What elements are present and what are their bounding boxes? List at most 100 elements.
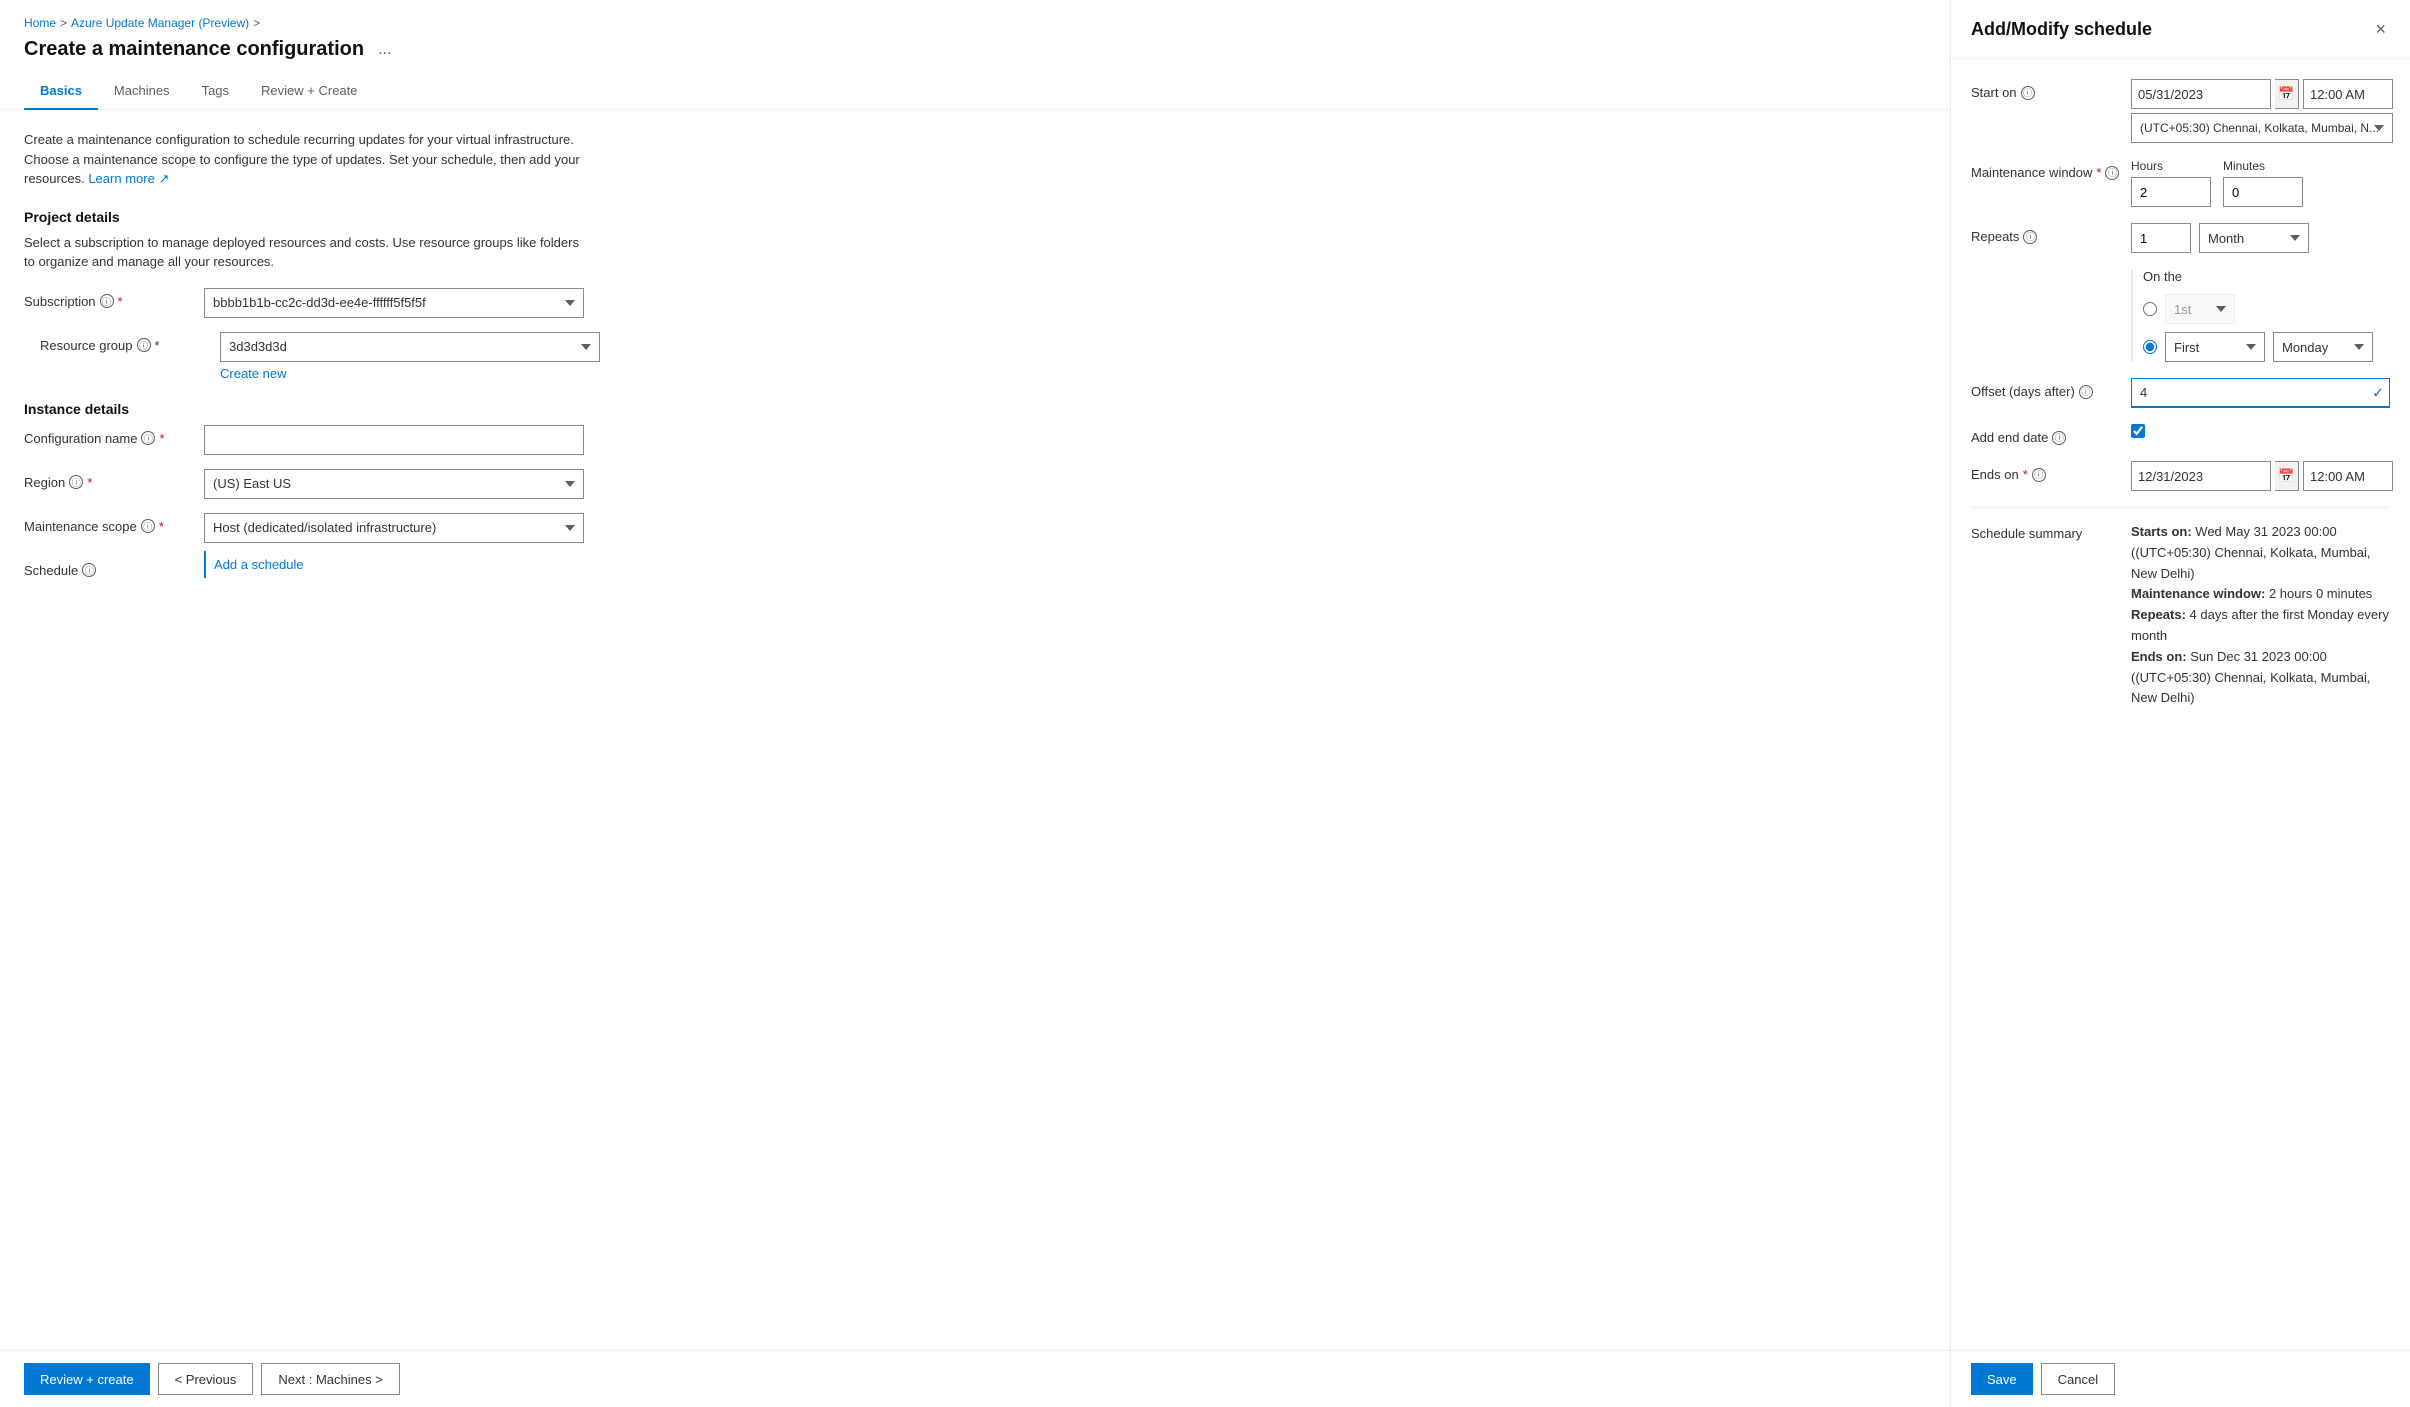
repeat-count-input[interactable] (2131, 223, 2191, 253)
add-end-date-checkbox[interactable] (2131, 424, 2145, 438)
on-the-day-radio-row: 1st (2143, 294, 2390, 324)
repeats-info-icon[interactable]: ⓘ (2023, 230, 2037, 244)
schedule-summary-content: Starts on: Wed May 31 2023 00:00 ((UTC+0… (2131, 520, 2390, 709)
cancel-button[interactable]: Cancel (2041, 1363, 2115, 1395)
add-end-date-label: Add end date ⓘ (1971, 424, 2131, 445)
tab-machines[interactable]: Machines (98, 73, 186, 110)
start-time-input[interactable] (2303, 79, 2393, 109)
config-name-label: Configuration name ⓘ * (24, 425, 204, 446)
ends-on-label: Ends on * ⓘ (1971, 461, 2131, 482)
breadcrumb-home[interactable]: Home (24, 16, 56, 30)
resource-group-info-icon[interactable]: ⓘ (137, 338, 151, 352)
timezone-select[interactable]: (UTC+05:30) Chennai, Kolkata, Mumbai, N.… (2131, 113, 2393, 143)
subscription-select[interactable]: bbbb1b1b-cc2c-dd3d-ee4e-ffffff5f5f5f (204, 288, 584, 318)
maintenance-window-row: Maintenance window * ⓘ Hours Minutes (1971, 159, 2390, 207)
offset-check-icon: ✓ (2372, 385, 2384, 402)
region-info-icon[interactable]: ⓘ (69, 475, 83, 489)
offset-info-icon[interactable]: ⓘ (2079, 385, 2093, 399)
minutes-input[interactable] (2223, 177, 2303, 207)
config-name-group: Configuration name ⓘ * (24, 425, 1926, 455)
next-button[interactable]: Next : Machines > (261, 1363, 399, 1395)
breadcrumb-azure[interactable]: Azure Update Manager (Preview) (71, 16, 249, 30)
instance-details-title: Instance details (24, 401, 1926, 417)
resource-group-select[interactable]: 3d3d3d3d (220, 332, 600, 362)
end-time-input[interactable] (2303, 461, 2393, 491)
ends-on-control: 📅 (2131, 461, 2393, 491)
on-the-label: On the (2143, 269, 2390, 284)
divider (1971, 507, 2390, 508)
bottom-bar: Review + create < Previous Next : Machin… (0, 1350, 1950, 1407)
end-date-input[interactable] (2131, 461, 2271, 491)
add-end-date-info-icon[interactable]: ⓘ (2052, 431, 2066, 445)
tab-basics[interactable]: Basics (24, 73, 98, 110)
tabs-bar: Basics Machines Tags Review + Create (0, 73, 1950, 110)
panel-title: Add/Modify schedule (1971, 19, 2152, 40)
tab-review-create[interactable]: Review + Create (245, 73, 373, 110)
project-details-title: Project details (24, 209, 1926, 225)
on-the-weekday-radio-row: First Second Third Fourth Last Monday Su… (2143, 332, 2390, 362)
offset-control: ✓ (2131, 378, 2390, 408)
region-label: Region ⓘ * (24, 469, 204, 490)
panel-header: Add/Modify schedule × (1951, 0, 2410, 59)
region-select[interactable]: (US) East US (204, 469, 584, 499)
start-on-control: 📅 (UTC+05:30) Chennai, Kolkata, Mumbai, … (2131, 79, 2393, 143)
on-the-day-radio[interactable] (2143, 302, 2157, 316)
start-on-info-icon[interactable]: ⓘ (2021, 86, 2035, 100)
learn-more-link[interactable]: Learn more ↗ (88, 171, 169, 186)
repeats-label: Repeats ⓘ (1971, 223, 2131, 244)
maintenance-window-info-icon[interactable]: ⓘ (2105, 166, 2119, 180)
maintenance-scope-info-icon[interactable]: ⓘ (141, 519, 155, 533)
config-name-control (204, 425, 584, 455)
tab-tags[interactable]: Tags (186, 73, 245, 110)
config-name-info-icon[interactable]: ⓘ (141, 431, 155, 445)
add-end-date-row: Add end date ⓘ (1971, 424, 2390, 445)
offset-label: Offset (days after) ⓘ (1971, 378, 2131, 399)
project-details-desc: Select a subscription to manage deployed… (24, 233, 584, 272)
weekday-select[interactable]: Monday Sunday Tuesday Wednesday Thursday… (2273, 332, 2373, 362)
schedule-label: Schedule ⓘ (24, 557, 204, 578)
hours-label: Hours (2131, 159, 2211, 173)
ellipsis-button[interactable]: ... (372, 39, 397, 61)
on-the-weekday-radio[interactable] (2143, 340, 2157, 354)
summary-window-value: 2 hours 0 minutes (2269, 586, 2372, 601)
add-schedule-link[interactable]: Add a schedule (204, 551, 304, 578)
repeats-control: Month Day Week Year (2131, 223, 2390, 253)
page-description: Create a maintenance configuration to sc… (24, 130, 584, 189)
add-modify-schedule-panel: Add/Modify schedule × Start on ⓘ 📅 (UTC+… (1950, 0, 2410, 1407)
offset-row: Offset (days after) ⓘ ✓ (1971, 378, 2390, 408)
schedule-info-icon[interactable]: ⓘ (82, 563, 96, 577)
maintenance-scope-select[interactable]: Host (dedicated/isolated infrastructure) (204, 513, 584, 543)
schedule-control: Add a schedule (204, 557, 584, 572)
start-date-input[interactable] (2131, 79, 2271, 109)
on-the-container: On the 1st First Second Third Fourth (2131, 269, 2390, 362)
save-button[interactable]: Save (1971, 1363, 2033, 1395)
subscription-group: Subscription ⓘ * bbbb1b1b-cc2c-dd3d-ee4e… (24, 288, 1926, 318)
maintenance-scope-label: Maintenance scope ⓘ * (24, 513, 204, 534)
config-name-input[interactable] (204, 425, 584, 455)
schedule-group: Schedule ⓘ Add a schedule (24, 557, 1926, 578)
ordinal-select[interactable]: First Second Third Fourth Last (2165, 332, 2265, 362)
previous-button[interactable]: < Previous (158, 1363, 254, 1395)
ends-on-info-icon[interactable]: ⓘ (2032, 468, 2046, 482)
maintenance-scope-control: Host (dedicated/isolated infrastructure) (204, 513, 584, 543)
close-panel-button[interactable]: × (2371, 16, 2390, 42)
add-end-date-control (2131, 424, 2390, 438)
maintenance-window-control: Hours Minutes (2131, 159, 2390, 207)
review-create-button[interactable]: Review + create (24, 1363, 150, 1395)
end-date-calendar-icon[interactable]: 📅 (2275, 461, 2299, 491)
maintenance-window-label: Maintenance window * ⓘ (1971, 159, 2131, 180)
subscription-info-icon[interactable]: ⓘ (100, 294, 114, 308)
create-new-link[interactable]: Create new (220, 366, 600, 381)
repeat-unit-select[interactable]: Month Day Week Year (2199, 223, 2309, 253)
summary-repeats-label: Repeats: (2131, 607, 2186, 622)
schedule-summary-label: Schedule summary (1971, 520, 2131, 541)
summary-window-label: Maintenance window: (2131, 586, 2265, 601)
offset-input[interactable] (2131, 378, 2390, 408)
hours-input[interactable] (2131, 177, 2211, 207)
resource-group-row: Resource group ⓘ * 3d3d3d3d Create new (24, 332, 1926, 381)
day-number-select[interactable]: 1st (2165, 294, 2235, 324)
start-date-calendar-icon[interactable]: 📅 (2275, 79, 2299, 109)
schedule-summary-row: Schedule summary Starts on: Wed May 31 2… (1971, 520, 2390, 709)
minutes-label: Minutes (2223, 159, 2303, 173)
summary-ends-label: Ends on: (2131, 649, 2187, 664)
